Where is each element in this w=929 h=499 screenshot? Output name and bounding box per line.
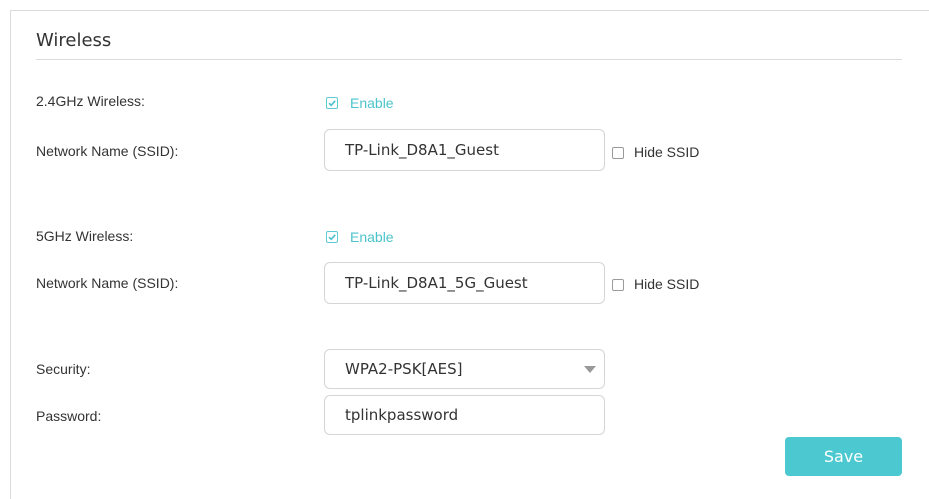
band5-enable-label: Enable [350, 229, 394, 245]
band5-ssid-label: Network Name (SSID): [36, 275, 179, 291]
chevron-down-icon [584, 366, 596, 373]
band5-enable-checkbox[interactable] [326, 231, 338, 243]
band24-hide-ssid-toggle[interactable]: Hide SSID [612, 144, 700, 161]
section-title: Wireless [36, 30, 112, 51]
security-select[interactable]: WPA2-PSK[AES] [324, 349, 605, 389]
band24-enable-toggle[interactable]: Enable [326, 95, 394, 111]
check-icon [328, 234, 336, 241]
band24-enable-label: Enable [350, 95, 394, 111]
password-input[interactable]: tplinkpassword [324, 395, 605, 435]
band24-label: 2.4GHz Wireless: [36, 93, 145, 109]
save-button[interactable]: Save [785, 437, 902, 476]
band24-hide-ssid-checkbox[interactable] [612, 147, 624, 159]
band5-label: 5GHz Wireless: [36, 228, 134, 244]
band5-hide-ssid-toggle[interactable]: Hide SSID [612, 276, 700, 293]
security-label: Security: [36, 361, 91, 377]
band5-ssid-input[interactable]: TP-Link_D8A1_5G_Guest [324, 262, 605, 304]
band5-hide-ssid-checkbox[interactable] [612, 279, 624, 291]
band24-hide-ssid-label: Hide SSID [634, 144, 700, 160]
band24-ssid-label: Network Name (SSID): [36, 143, 179, 159]
band24-enable-checkbox[interactable] [326, 97, 338, 109]
security-selected-value: WPA2-PSK[AES] [345, 360, 463, 378]
check-icon [328, 100, 336, 107]
section-divider [36, 59, 902, 60]
band5-enable-toggle[interactable]: Enable [326, 229, 394, 245]
band5-hide-ssid-label: Hide SSID [634, 276, 700, 292]
band24-ssid-input[interactable]: TP-Link_D8A1_Guest [324, 129, 605, 171]
password-label: Password: [36, 408, 102, 424]
